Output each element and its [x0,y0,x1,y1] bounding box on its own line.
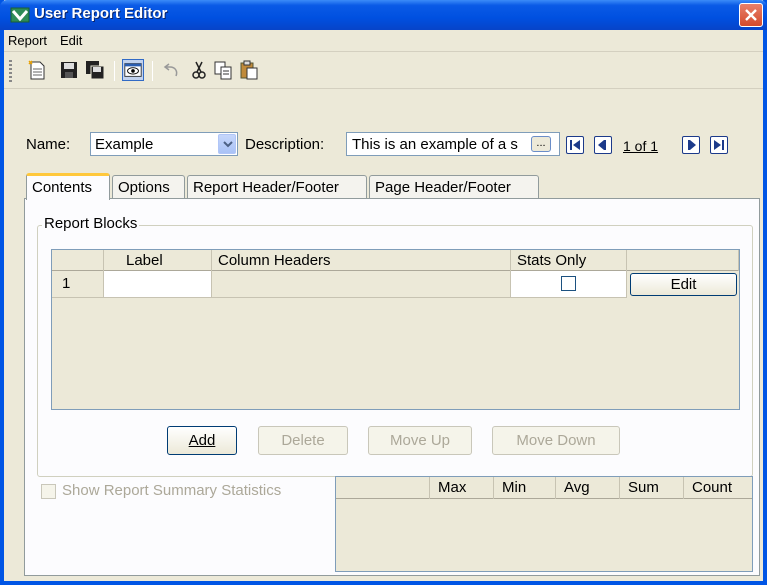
menu-bar: Report Edit [4,30,763,52]
column-header-column-headers[interactable]: Column Headers [212,250,511,271]
menu-report[interactable]: Report [8,33,47,48]
move-up-button[interactable]: Move Up [368,426,472,455]
copy-icon[interactable] [212,59,234,81]
name-label: Name: [26,136,71,153]
table-row[interactable]: 1 Edit [52,271,739,298]
tab-contents[interactable]: Contents [26,173,110,200]
label-cell[interactable] [104,271,212,298]
chevron-down-icon [223,141,233,148]
toolbar-grip[interactable] [9,60,12,82]
preview-icon[interactable] [122,59,144,81]
column-headers-cell[interactable] [212,271,511,298]
toolbar-separator [152,61,153,81]
description-field[interactable]: This is an example of a s ... [346,132,560,156]
move-down-button[interactable]: Move Down [492,426,620,455]
toolbar [4,53,763,89]
save-as-icon[interactable] [84,59,106,81]
window-title: User Report Editor [34,5,168,22]
description-more-button[interactable]: ... [531,136,551,152]
stats-header-min: Min [494,477,556,499]
tab-options[interactable]: Options [112,175,185,199]
toolbar-separator [114,61,115,81]
next-page-icon [688,140,696,150]
stats-header-avg: Avg [556,477,620,499]
stats-header-blank [336,477,430,499]
edit-button[interactable]: Edit [630,273,737,296]
previous-page-icon [598,140,606,150]
next-page-button[interactable] [682,136,700,154]
cut-icon[interactable] [188,59,210,81]
first-page-icon [570,140,580,150]
save-icon[interactable] [58,59,80,81]
last-page-icon [714,140,724,150]
undo-icon[interactable] [160,59,182,81]
report-editor-window: User Report Editor Report Edit Name: Exa… [0,0,767,585]
delete-button[interactable]: Delete [258,426,348,455]
close-button[interactable] [739,3,763,27]
report-blocks-table: Label Column Headers Stats Only 1 Edit [51,249,740,410]
app-icon [10,6,30,24]
tab-page-header-footer[interactable]: Page Header/Footer [369,175,539,199]
stats-header-sum: Sum [620,477,684,499]
close-icon [745,9,757,21]
last-page-button[interactable] [710,136,728,154]
name-value: Example [95,136,154,153]
tab-report-header-footer[interactable]: Report Header/Footer [187,175,367,199]
previous-page-button[interactable] [594,136,612,154]
name-combobox[interactable]: Example [90,132,238,156]
dropdown-arrow[interactable] [218,134,236,154]
first-page-button[interactable] [566,136,584,154]
page-indicator: 1 of 1 [623,138,659,154]
menu-edit[interactable]: Edit [60,33,82,48]
stats-only-cell [511,271,627,298]
summary-statistics-checkbox[interactable] [41,484,56,499]
column-header-label[interactable]: Label [104,250,212,271]
table-header: Label Column Headers Stats Only [52,250,739,271]
summary-statistics-table: Max Min Avg Sum Count [335,476,753,572]
report-blocks-title: Report Blocks [42,215,140,232]
new-report-icon[interactable] [26,59,48,81]
summary-statistics-label: Show Report Summary Statistics [62,482,282,499]
description-label: Description: [245,136,325,153]
add-button[interactable]: Add [167,426,237,455]
column-header-row-number [52,250,104,271]
description-value: This is an example of a s [352,136,518,153]
stats-only-checkbox[interactable] [561,276,576,291]
stats-header-count: Count [692,479,733,496]
stats-header-max: Max [430,477,494,499]
stats-table-header: Max Min Avg Sum Count [336,477,752,499]
paste-icon[interactable] [238,59,260,81]
column-header-action [627,250,739,271]
title-bar[interactable]: User Report Editor [0,0,767,30]
column-header-stats-only[interactable]: Stats Only [511,250,627,271]
row-number: 1 [52,271,104,298]
